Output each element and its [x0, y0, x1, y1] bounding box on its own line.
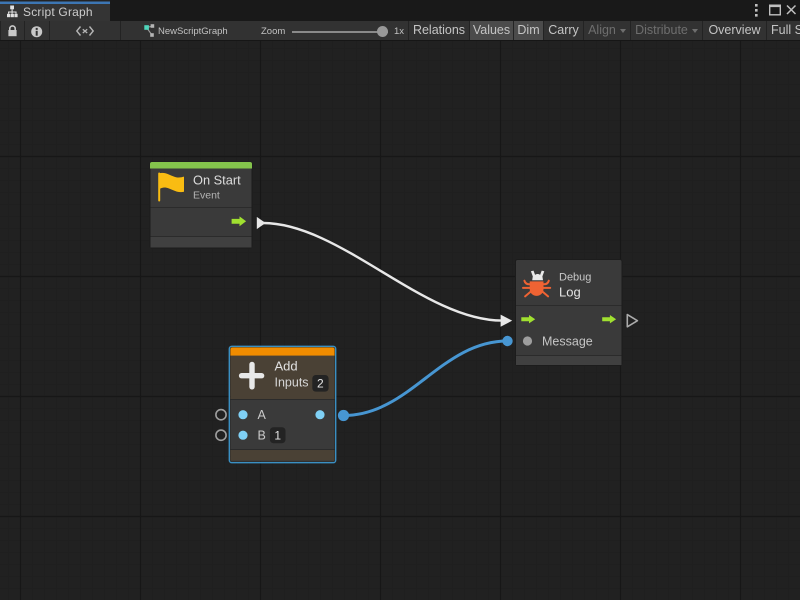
- svg-text:1: 1: [274, 429, 281, 443]
- svg-text:Event: Event: [193, 189, 220, 201]
- svg-text:Debug: Debug: [559, 272, 591, 284]
- svg-text:Inputs: Inputs: [275, 376, 309, 390]
- svg-text:On Start: On Start: [193, 173, 241, 188]
- svg-text:Add: Add: [275, 359, 298, 374]
- svg-text:Message: Message: [542, 335, 593, 349]
- svg-text:B: B: [258, 429, 266, 443]
- svg-text:A: A: [258, 408, 267, 422]
- svg-text:2: 2: [317, 377, 324, 391]
- svg-text:Log: Log: [559, 285, 581, 300]
